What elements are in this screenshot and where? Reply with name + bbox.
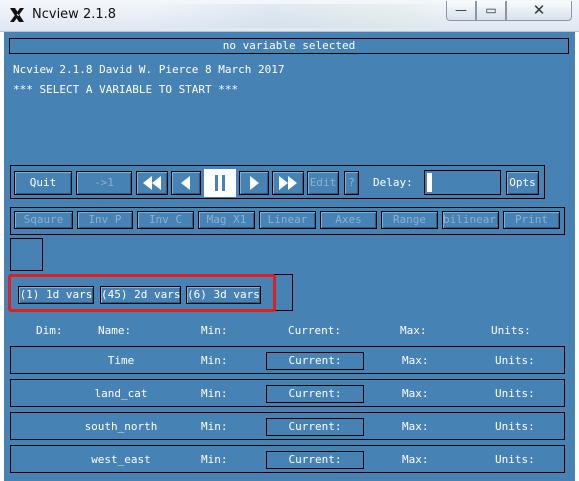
maximize-button[interactable]: ▭ <box>476 1 506 21</box>
dim-row: west_east Min: Current: Max: Units: <box>10 445 565 473</box>
dim-units: Units: <box>495 387 535 400</box>
dim-name: west_east <box>91 453 151 466</box>
fast-forward-button[interactable] <box>272 171 304 195</box>
variable-label: no variable selected <box>9 38 569 54</box>
close-icon: ✕ <box>532 1 546 19</box>
opts-button[interactable]: Opts <box>506 171 539 195</box>
dim-current-button[interactable]: Current: <box>266 385 364 403</box>
dim-min: Min: <box>201 354 228 367</box>
dim-current-button[interactable]: Current: <box>266 418 364 436</box>
dims-header-max: Max: <box>400 324 427 337</box>
delay-label: Delay: <box>373 176 413 189</box>
dim-row: south_north Min: Current: Max: Units: <box>10 412 565 440</box>
dim-units: Units: <box>495 420 535 433</box>
titlebar-background-strip <box>150 4 450 28</box>
dim-max: Max: <box>402 387 429 400</box>
info-line-instruction: *** SELECT A VARIABLE TO START *** <box>13 83 239 96</box>
dim-max: Max: <box>402 453 429 466</box>
option-square-button[interactable]: Sqaure <box>14 211 73 229</box>
delay-slider-thumb[interactable] <box>427 173 432 192</box>
option-inv-c-button[interactable]: Inv C <box>137 211 194 229</box>
quit-button[interactable]: Quit <box>14 171 72 195</box>
step-forward-icon <box>250 176 259 190</box>
x-app-icon <box>8 6 26 24</box>
dims-header-min: Min: <box>201 324 228 337</box>
dims-header-dim: Dim: <box>36 324 63 337</box>
ncview-main-panel: no variable selected Ncview 2.1.8 David … <box>4 32 575 481</box>
help-button[interactable]: ? <box>344 171 359 195</box>
dim-name: land_cat <box>94 387 148 400</box>
step-back-button[interactable] <box>171 171 201 195</box>
pause-button[interactable] <box>204 169 236 197</box>
dim-units: Units: <box>495 453 535 466</box>
info-line-version: Ncview 2.1.8 David W. Pierce 8 March 201… <box>13 63 285 76</box>
option-mag-button[interactable]: Mag X1 <box>198 211 255 229</box>
dim-row: land_cat Min: Current: Max: Units: <box>10 379 565 407</box>
edit-button[interactable]: Edit <box>307 171 339 195</box>
option-inv-p-button[interactable]: Inv P <box>77 211 133 229</box>
dim-name: south_north <box>84 420 158 433</box>
dims-header-name: Name: <box>98 324 132 337</box>
colorbar-placeholder <box>10 238 43 271</box>
delay-slider[interactable] <box>424 170 501 195</box>
option-print-button[interactable]: Print <box>503 211 560 229</box>
dim-max: Max: <box>402 354 429 367</box>
option-range-button[interactable]: Range <box>381 211 438 229</box>
dim-current-button[interactable]: Current: <box>266 352 364 370</box>
window-titlebar[interactable]: Ncview 2.1.8 — ▭ ✕ <box>0 0 579 32</box>
dim-min: Min: <box>201 453 228 466</box>
pause-icon <box>215 175 225 191</box>
close-button[interactable]: ✕ <box>506 1 572 21</box>
step-back-icon <box>181 176 190 190</box>
window-title: Ncview 2.1.8 <box>32 7 117 22</box>
fast-forward-icon <box>279 176 297 190</box>
dims-header-current: Current: <box>288 324 341 337</box>
dim-name: Time <box>107 354 135 367</box>
rewind-fast-button[interactable] <box>136 171 168 195</box>
dims-header-units: Units: <box>491 324 531 337</box>
minimize-button[interactable]: — <box>446 1 476 21</box>
minimize-icon: — <box>455 3 467 17</box>
option-axes-button[interactable]: Axes <box>320 211 377 229</box>
dim-min: Min: <box>201 420 228 433</box>
option-interp-button[interactable]: bilinear_ty <box>442 211 499 229</box>
goto-first-button[interactable]: ->1 <box>76 171 132 195</box>
dim-max: Max: <box>402 420 429 433</box>
step-forward-button[interactable] <box>239 171 269 195</box>
dim-row: Time Min: Current: Max: Units: <box>10 346 565 374</box>
rewind-fast-icon <box>143 176 161 190</box>
maximize-icon: ▭ <box>485 3 497 17</box>
option-linear-button[interactable]: Linear <box>259 211 316 229</box>
var-groups-highlight <box>8 274 276 312</box>
dim-units: Units: <box>495 354 535 367</box>
dim-min: Min: <box>201 387 228 400</box>
dim-current-button[interactable]: Current: <box>266 451 364 469</box>
